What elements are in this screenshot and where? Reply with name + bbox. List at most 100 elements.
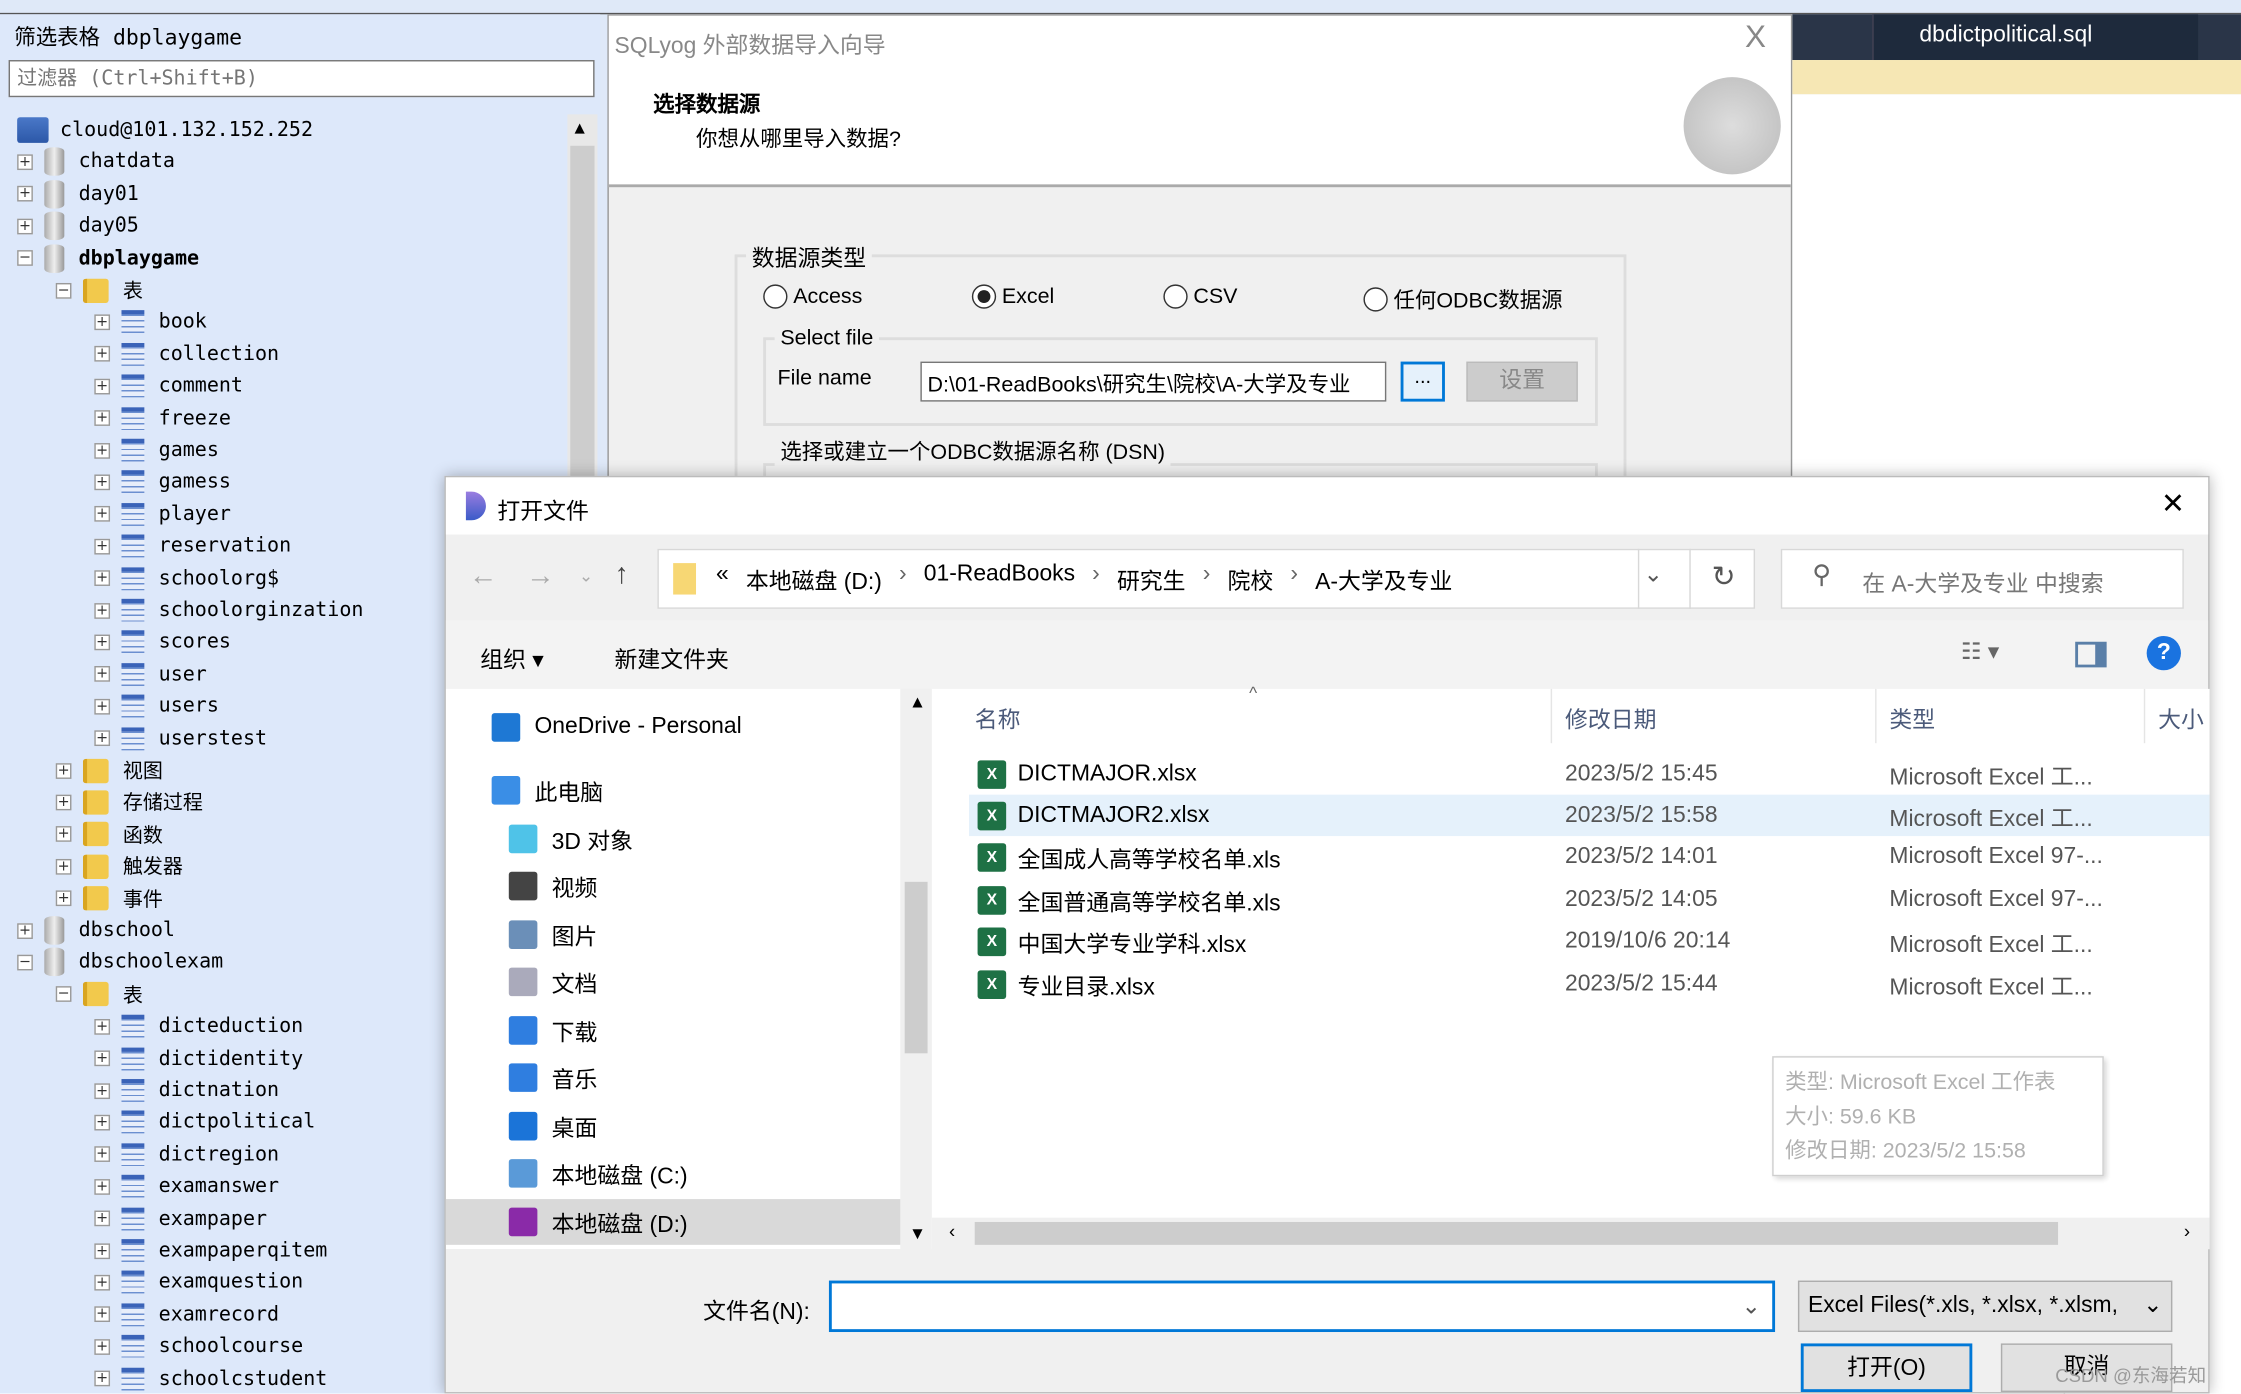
source-radio-3[interactable]: 任何ODBC数据源 (1363, 284, 1563, 314)
wizard-close-button[interactable]: X (1745, 19, 1766, 56)
source-radio-2[interactable]: CSV (1163, 284, 1237, 309)
organize-button[interactable]: 组织 ▾ (480, 640, 544, 674)
open-button[interactable]: 打开(O) (1800, 1343, 1973, 1393)
h-scroll-thumb[interactable] (974, 1221, 2059, 1245)
tree-item[interactable]: − dbplaygame (17, 242, 199, 273)
nav-scrollbar[interactable]: ▲ ▼ (900, 688, 932, 1250)
nav-item[interactable]: 3D 对象 (508, 816, 633, 862)
tree-item[interactable]: + dictpolitical (94, 1107, 315, 1138)
expand-icon[interactable]: + (17, 218, 33, 234)
column-divider[interactable] (2143, 688, 2146, 744)
tree-item[interactable]: + collection (94, 338, 279, 369)
expand-icon[interactable]: + (94, 474, 111, 491)
dialog-close-button[interactable]: ✕ (2161, 486, 2185, 522)
tree-item[interactable]: + user (94, 659, 207, 690)
nav-item[interactable]: 桌面 (508, 1103, 597, 1149)
refresh-button[interactable]: ↻ (1689, 548, 1756, 609)
collapse-icon[interactable]: − (55, 282, 72, 298)
tree-item[interactable]: + book (94, 306, 207, 337)
column-divider[interactable] (1875, 688, 1877, 744)
expand-icon[interactable]: + (55, 890, 72, 907)
tree-item[interactable]: + comment (94, 370, 243, 401)
help-icon[interactable]: ? (2146, 635, 2181, 671)
expand-icon[interactable]: + (94, 602, 111, 619)
tree-item[interactable]: − dbschoolexam (17, 947, 223, 978)
column-header[interactable]: 名称 (975, 700, 1021, 734)
collapse-icon[interactable]: − (17, 954, 33, 971)
filename-dropdown-icon[interactable]: ⌄ (1742, 1292, 1761, 1321)
tree-item[interactable]: + player (94, 499, 231, 530)
breadcrumb-item[interactable]: 研究生 (1117, 562, 1186, 596)
expand-icon[interactable]: + (17, 154, 33, 170)
tree-item[interactable]: + day01 (17, 178, 139, 209)
tab-sql-file[interactable]: dbdictpolitical.sql (1872, 14, 2199, 61)
tree-item[interactable]: + schoolcourse (94, 1331, 303, 1362)
expand-icon[interactable]: + (55, 794, 72, 811)
tree-item[interactable]: + freeze (94, 402, 231, 433)
expand-icon[interactable]: + (94, 1082, 111, 1099)
settings-button[interactable]: 设置 (1466, 361, 1578, 402)
tree-item[interactable]: − 表 (55, 274, 143, 305)
nav-item[interactable]: 下载 (508, 1008, 597, 1054)
scroll-up-icon[interactable]: ▲ (575, 117, 585, 137)
scroll-left-icon[interactable]: ‹ (949, 1221, 955, 1242)
tree-item[interactable]: + 函数 (55, 819, 163, 850)
tree-item[interactable]: + users (94, 691, 219, 722)
radio-icon[interactable] (971, 284, 997, 309)
tree-item[interactable]: + examrecord (94, 1299, 279, 1330)
radio-icon[interactable] (1363, 287, 1388, 312)
expand-icon[interactable]: + (94, 1338, 111, 1355)
collapse-icon[interactable]: − (55, 986, 72, 1003)
source-radio-1[interactable]: Excel (971, 284, 1054, 309)
nav-item[interactable]: 文档 (508, 959, 597, 1005)
expand-icon[interactable]: + (94, 570, 111, 587)
expand-icon[interactable]: + (94, 1306, 111, 1323)
radio-icon[interactable] (763, 284, 788, 309)
forward-icon[interactable]: → (526, 560, 555, 593)
tree-item[interactable]: + 触发器 (55, 851, 183, 882)
expand-icon[interactable]: + (94, 506, 111, 523)
expand-icon[interactable]: + (94, 1210, 111, 1227)
tree-item[interactable]: + gamess (94, 466, 231, 497)
tree-item[interactable]: + games (94, 434, 219, 465)
tree-item[interactable]: − 表 (55, 979, 143, 1010)
file-type-select[interactable]: Excel Files(*.xls, *.xlsx, *.xlsm, ⌄ (1797, 1280, 2173, 1333)
filename-input[interactable]: ⌄ (828, 1280, 1776, 1333)
tree-item[interactable]: + 存储过程 (55, 787, 203, 818)
tree-item[interactable]: + reservation (94, 531, 291, 562)
filter-input[interactable] (8, 60, 595, 98)
expand-icon[interactable]: + (55, 858, 72, 875)
expand-icon[interactable]: + (94, 730, 111, 747)
view-options-icon[interactable]: ☷ ▾ (1961, 637, 1999, 666)
back-icon[interactable]: ← (469, 560, 498, 593)
column-header[interactable]: 修改日期 (1565, 700, 1656, 734)
tree-item[interactable]: + 事件 (55, 883, 163, 914)
expand-icon[interactable]: + (94, 1274, 111, 1291)
file-row[interactable]: X 全国普通高等学校名单.xls 2023/5/2 14:05 Microsoft E… (969, 879, 2210, 920)
file-row[interactable]: X DICTMAJOR2.xlsx 2023/5/2 15:58 Microsoft … (968, 795, 2210, 837)
tree-item[interactable]: + examquestion (94, 1267, 303, 1298)
file-row[interactable]: X 专业目录.xlsx 2023/5/2 15:44 Microsoft Excel … (969, 963, 2210, 1004)
expand-icon[interactable]: + (94, 410, 111, 427)
tree-item[interactable]: + scores (94, 627, 231, 658)
collapse-icon[interactable]: − (17, 250, 33, 266)
tree-item[interactable]: + userstest (94, 723, 267, 754)
tree-item[interactable]: + dictnation (94, 1075, 279, 1106)
breadcrumb-item[interactable]: 院校 (1227, 562, 1273, 596)
address-dropdown-icon[interactable]: ⌄ (1644, 560, 1663, 589)
expand-icon[interactable]: + (94, 1050, 111, 1067)
source-radio-0[interactable]: Access (763, 284, 862, 309)
tree-item[interactable]: + dictregion (94, 1139, 279, 1170)
browse-button[interactable]: ... (1400, 361, 1445, 402)
scroll-right-icon[interactable]: › (2184, 1221, 2190, 1242)
nav-item[interactable]: 视频 (508, 863, 597, 909)
file-name-input[interactable]: D:\01-ReadBooks\研究生\院校\A-大学及专业 (920, 361, 1387, 402)
nav-item[interactable]: 本地磁盘 (C:) (508, 1151, 688, 1197)
expand-icon[interactable]: + (94, 346, 111, 363)
expand-icon[interactable]: + (94, 1114, 111, 1131)
expand-icon[interactable]: + (94, 666, 111, 683)
expand-icon[interactable]: + (94, 1146, 111, 1163)
tree-item[interactable]: + examanswer (94, 1171, 279, 1202)
expand-icon[interactable]: + (94, 698, 111, 715)
tree-item[interactable]: + schoolorginzation (94, 595, 363, 626)
